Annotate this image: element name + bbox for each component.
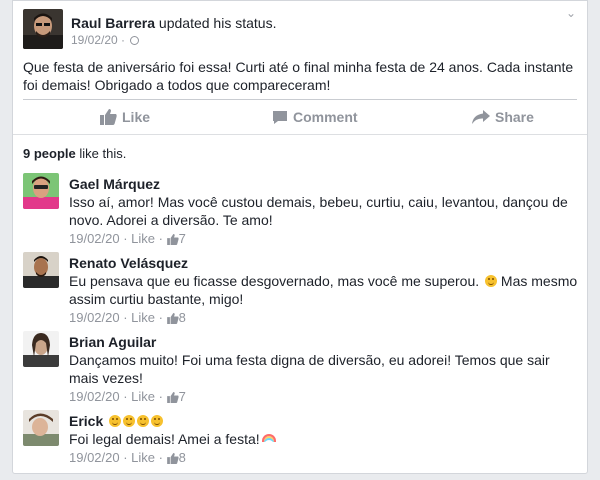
comment-meta-separator: ·	[155, 389, 167, 404]
comment-button-label: Comment	[293, 109, 358, 125]
commenter-avatar[interactable]	[23, 173, 59, 209]
smiley-emoji-icon	[109, 415, 122, 427]
comment-meta: 19/02/20 · Like · 8	[69, 449, 579, 469]
comment-like-count[interactable]: 7	[179, 231, 186, 246]
comment-meta-separator: ·	[119, 310, 132, 325]
comment-text-part: Eu pensava que eu ficasse desgovernado, …	[69, 273, 484, 289]
comment-like-link[interactable]: Like	[131, 389, 155, 404]
like-button-label: Like	[122, 109, 151, 125]
share-arrow-icon	[472, 110, 490, 124]
commenter-name[interactable]: Brian Aguilar	[69, 333, 579, 351]
comment-meta: 19/02/20 · Like · 8	[69, 309, 579, 329]
likes-summary[interactable]: 9 people like this.	[23, 146, 126, 161]
comment-body: Brian Aguilar Dançamos muito! Foi uma fe…	[69, 333, 579, 408]
thumbs-up-icon	[166, 451, 179, 469]
status-post-card: ⌄ Raul Barrera updated his status. 19/02…	[12, 0, 588, 474]
comment-meta-separator: ·	[155, 310, 167, 325]
smiley-emoji-icon	[123, 415, 136, 427]
comment-like-count[interactable]: 8	[179, 310, 186, 325]
comment-body: Erick Foi legal demais! Amei a festa! 19…	[69, 412, 579, 469]
share-button[interactable]: Share	[472, 103, 534, 131]
divider	[13, 134, 587, 135]
comment-like-link[interactable]: Like	[131, 310, 155, 325]
post-date[interactable]: 19/02/20	[71, 33, 118, 47]
comment-text: Eu pensava que eu ficasse desgovernado, …	[69, 272, 579, 308]
smiley-emoji-icon	[151, 415, 164, 427]
avatar[interactable]	[23, 9, 63, 49]
comment-meta-separator: ·	[119, 231, 132, 246]
post-meta-separator: ·	[117, 33, 129, 47]
comment-text: Foi legal demais! Amei a festa!	[69, 430, 579, 448]
comment-meta-separator: ·	[155, 450, 167, 465]
post-author-name[interactable]: Raul Barrera	[71, 15, 155, 31]
comment-button[interactable]: Comment	[272, 103, 358, 131]
comment-text-part: Foi legal demais! Amei a festa!	[69, 431, 260, 447]
commenter-name[interactable]: Gael Márquez	[69, 175, 579, 193]
comment-body: Renato Velásquez Eu pensava que eu ficas…	[69, 254, 579, 329]
thumbs-up-icon	[166, 390, 179, 408]
smiley-emoji-icon	[137, 415, 150, 427]
comment-meta: 19/02/20 · Like · 7	[69, 388, 579, 408]
commenter-avatar[interactable]	[23, 252, 59, 288]
comment-meta-separator: ·	[119, 450, 132, 465]
likes-suffix: like this.	[75, 146, 127, 161]
commenter-avatar[interactable]	[23, 331, 59, 367]
comment-date[interactable]: 19/02/20	[69, 389, 120, 404]
comment-text: Dançamos muito! Foi uma festa digna de d…	[69, 352, 550, 386]
commenter-name[interactable]: Erick	[69, 413, 103, 429]
likes-count[interactable]: 9 people	[23, 146, 76, 161]
comment-meta-separator: ·	[119, 389, 132, 404]
commenter-name-row: Erick	[69, 412, 579, 430]
comment-meta-separator: ·	[155, 231, 167, 246]
comment-date[interactable]: 19/02/20	[69, 231, 120, 246]
share-button-label: Share	[495, 109, 534, 125]
comment-like-count[interactable]: 7	[179, 389, 186, 404]
post-meta: 19/02/20 ·	[71, 33, 140, 47]
comment-like-link[interactable]: Like	[131, 450, 155, 465]
commenter-name[interactable]: Renato Velásquez	[69, 254, 579, 272]
comment-text: Isso aí, amor! Mas você custou demais, b…	[69, 194, 568, 228]
comment-date[interactable]: 19/02/20	[69, 310, 120, 325]
comment-body: Gael Márquez Isso aí, amor! Mas você cus…	[69, 175, 579, 250]
post-actions-bar: Like Comment Share	[23, 103, 577, 131]
thumbs-up-icon	[166, 232, 179, 250]
comment-meta: 19/02/20 · Like · 7	[69, 230, 579, 250]
comment-icon	[273, 110, 287, 124]
divider	[23, 99, 577, 100]
like-button[interactable]: Like	[100, 103, 150, 131]
comment-like-count[interactable]: 8	[179, 450, 186, 465]
thumbs-up-icon	[166, 311, 179, 329]
rainbow-emoji-icon	[261, 434, 276, 442]
post-text: Que festa de aniversário foi essa! Curti…	[23, 59, 574, 93]
comment-date[interactable]: 19/02/20	[69, 450, 120, 465]
laughing-emoji-icon	[485, 275, 498, 287]
post-action-text: updated his status.	[155, 15, 277, 31]
chevron-down-icon[interactable]: ⌄	[565, 7, 577, 19]
post-header-text: Raul Barrera updated his status.	[71, 15, 276, 33]
comment-like-link[interactable]: Like	[131, 231, 155, 246]
globe-icon	[130, 36, 140, 45]
thumbs-up-icon	[100, 109, 117, 125]
commenter-avatar[interactable]	[23, 410, 59, 446]
